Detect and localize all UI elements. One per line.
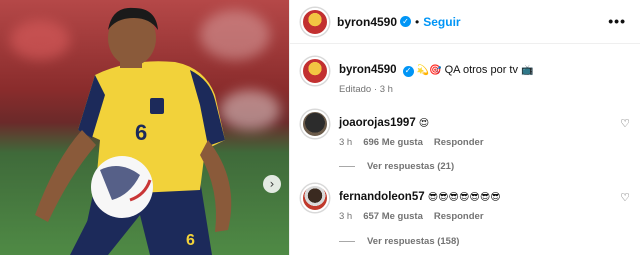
- comment-time[interactable]: 3 h: [339, 137, 352, 148]
- edited-label: Editado: [339, 84, 372, 95]
- author-avatar[interactable]: [301, 57, 329, 85]
- tv-emoji: 📺: [521, 65, 534, 76]
- replies-divider: [339, 241, 355, 242]
- view-replies-button[interactable]: Ver respuestas (158): [339, 236, 459, 247]
- comment-body: fernandoleon57 😎😎😎😎😎😎😎: [339, 190, 501, 205]
- comment-likes[interactable]: 657 Me gusta: [363, 211, 423, 222]
- svg-text:6: 6: [186, 232, 195, 249]
- view-replies-label: Ver respuestas (21): [367, 161, 455, 172]
- commenter-avatar[interactable]: [301, 110, 329, 138]
- next-photo-button[interactable]: ›: [263, 175, 281, 193]
- caption-username[interactable]: byron4590: [339, 64, 397, 76]
- view-replies-label: Ver respuestas (158): [367, 236, 460, 247]
- comment-row: joaorojas1997 😍: [301, 110, 429, 138]
- caption-text: QA otros por tv: [444, 64, 518, 76]
- comment-text: 😍: [418, 118, 430, 129]
- heart-icon[interactable]: ♡: [620, 117, 630, 130]
- comment-body: joaorojas1997 😍: [339, 116, 429, 131]
- caption-meta: Editado · 3 h: [339, 84, 393, 95]
- verified-badge-icon: ✓: [402, 65, 414, 77]
- comment-likes[interactable]: 696 Me gusta: [363, 137, 423, 148]
- comment-row: fernandoleon57 😎😎😎😎😎😎😎: [301, 184, 501, 212]
- heart-icon[interactable]: ♡: [620, 191, 630, 204]
- comment-username[interactable]: fernandoleon57: [339, 191, 425, 203]
- reply-button[interactable]: Responder: [434, 211, 484, 222]
- svg-text:6: 6: [135, 120, 147, 145]
- comment-time[interactable]: 3 h: [339, 211, 352, 222]
- post-panel: byron4590 ✓ • Seguir ••• byron4590 ✓ 💫🎯 …: [289, 0, 640, 255]
- replies-divider: [339, 166, 355, 167]
- author-avatar[interactable]: [301, 7, 329, 36]
- comment-text: 😎😎😎😎😎😎😎: [427, 192, 501, 203]
- follow-button[interactable]: Seguir: [423, 15, 460, 29]
- player-illustration: 6 6: [35, 7, 232, 255]
- author-username[interactable]: byron4590: [337, 15, 397, 29]
- comment-meta: 3 h 657 Me gusta Responder: [339, 211, 484, 222]
- separator-dot: •: [415, 14, 420, 29]
- caption: byron4590 ✓ 💫🎯 QA otros por tv 📺: [339, 63, 534, 78]
- comment-meta: 3 h 696 Me gusta Responder: [339, 137, 484, 148]
- more-options-icon[interactable]: •••: [608, 13, 626, 29]
- commenter-avatar[interactable]: [301, 184, 329, 212]
- post-header: byron4590 ✓ • Seguir •••: [290, 0, 640, 44]
- reply-button[interactable]: Responder: [434, 137, 484, 148]
- post-photo[interactable]: 6 6 ›: [0, 0, 289, 255]
- chevron-right-icon: ›: [269, 177, 275, 191]
- edited-time: 3 h: [379, 84, 393, 95]
- caption-emojis: 💫🎯: [416, 65, 442, 76]
- caption-row: byron4590 ✓ 💫🎯 QA otros por tv 📺: [301, 57, 534, 85]
- verified-badge-icon: ✓: [400, 16, 412, 27]
- view-replies-button[interactable]: Ver respuestas (21): [339, 161, 454, 172]
- comment-username[interactable]: joaorojas1997: [339, 117, 416, 129]
